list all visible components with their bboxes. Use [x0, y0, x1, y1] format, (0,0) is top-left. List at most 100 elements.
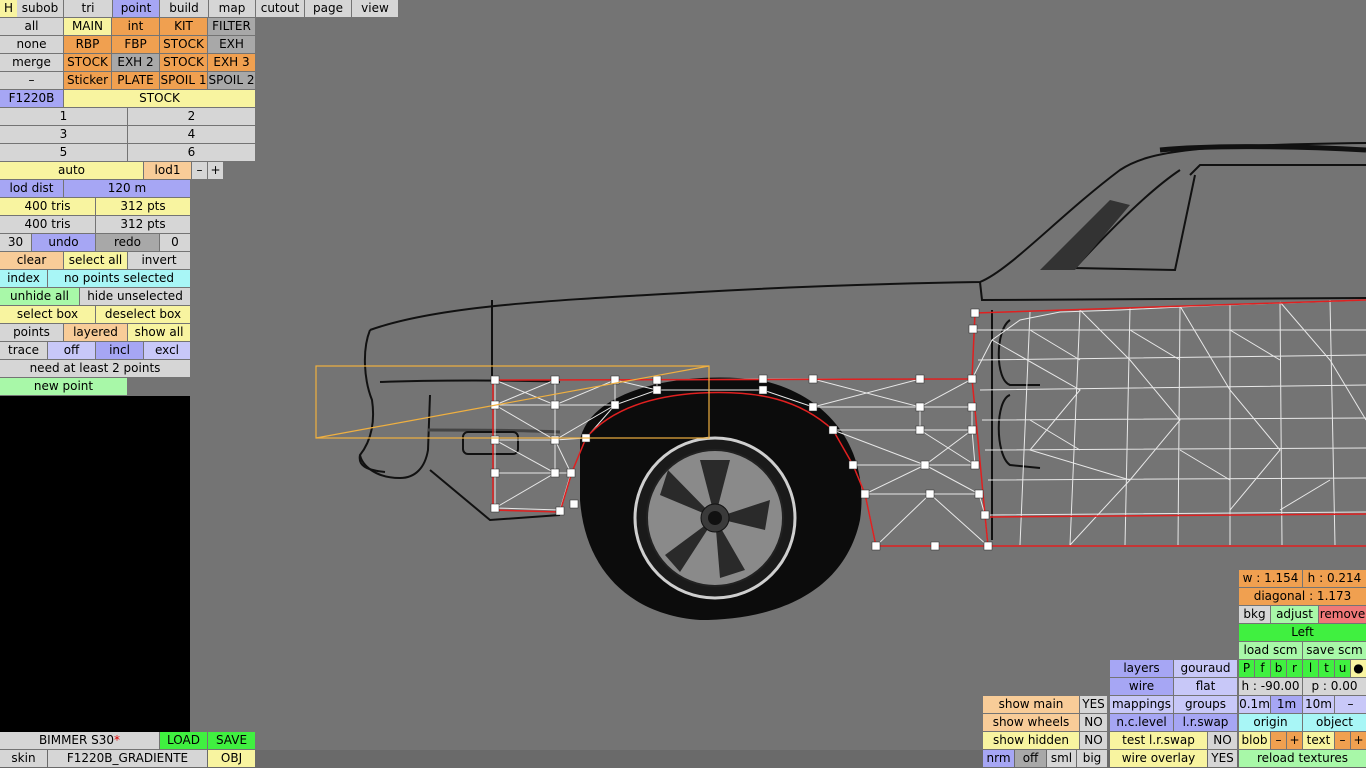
show-main-value[interactable]: YES — [1080, 696, 1107, 713]
tab-tri[interactable]: tri — [64, 0, 112, 17]
part-stock-2[interactable]: STOCK — [64, 54, 111, 71]
size-off-button[interactable]: off — [1015, 750, 1046, 767]
trace-excl-button[interactable]: excl — [144, 342, 190, 359]
obj-button[interactable]: OBJ — [208, 750, 255, 767]
adjust-button[interactable]: adjust — [1271, 606, 1318, 623]
show-main-button[interactable]: show main — [983, 696, 1079, 713]
layer-r-toggle[interactable]: r — [1287, 660, 1302, 677]
tab-build[interactable]: build — [160, 0, 208, 17]
part-filter[interactable]: FILTER — [208, 18, 255, 35]
load-scm-button[interactable]: load scm — [1239, 642, 1302, 659]
view-direction-button[interactable]: Left — [1239, 624, 1366, 641]
part-spoil-1[interactable]: SPOIL 1 — [160, 72, 207, 89]
gouraud-button[interactable]: gouraud — [1174, 660, 1237, 677]
origin-button[interactable]: origin — [1239, 714, 1302, 731]
part-kit[interactable]: KIT — [160, 18, 207, 35]
nc-level-button[interactable]: n.c.level — [1110, 714, 1173, 731]
new-point-button[interactable]: new point — [0, 378, 127, 395]
points-mode-button[interactable]: points — [0, 324, 63, 341]
layer-l-toggle[interactable]: l — [1303, 660, 1318, 677]
blob-minus-button[interactable]: – — [1271, 732, 1286, 749]
load-button[interactable]: LOAD — [160, 732, 207, 749]
merge-parts-button[interactable]: merge — [0, 54, 63, 71]
tab-point[interactable]: point — [113, 0, 159, 17]
step-0-1m-button[interactable]: 0.1m — [1239, 696, 1270, 713]
show-wheels-button[interactable]: show wheels — [983, 714, 1079, 731]
skin-file-name[interactable]: F1220B_GRADIENTE — [48, 750, 207, 767]
lod-plus-button[interactable]: + — [208, 162, 223, 179]
test-lr-swap-value[interactable]: NO — [1208, 732, 1237, 749]
text-minus-button[interactable]: – — [1335, 732, 1350, 749]
slot-5-button[interactable]: 5 — [0, 144, 127, 161]
show-hidden-value[interactable]: NO — [1080, 732, 1107, 749]
test-lr-swap-button[interactable]: test l.r.swap — [1110, 732, 1207, 749]
slot-1-button[interactable]: 1 — [0, 108, 127, 125]
flat-button[interactable]: flat — [1174, 678, 1237, 695]
show-wheels-value[interactable]: NO — [1080, 714, 1107, 731]
text-plus-button[interactable]: + — [1351, 732, 1366, 749]
parts-minus-button[interactable]: – — [0, 72, 63, 89]
part-int[interactable]: int — [112, 18, 159, 35]
tab-map[interactable]: map — [209, 0, 255, 17]
lod-dist-value[interactable]: 120 m — [64, 180, 190, 197]
trace-incl-button[interactable]: incl — [96, 342, 143, 359]
select-none-parts-button[interactable]: none — [0, 36, 63, 53]
reload-textures-button[interactable]: reload textures — [1239, 750, 1366, 767]
big-size-button[interactable]: big — [1077, 750, 1107, 767]
index-button[interactable]: index — [0, 270, 47, 287]
deselect-box-button[interactable]: deselect box — [96, 306, 190, 323]
invert-selection-button[interactable]: invert — [128, 252, 190, 269]
layer-dot-toggle[interactable]: ● — [1351, 660, 1366, 677]
undo-button[interactable]: undo — [32, 234, 95, 251]
part-sticker[interactable]: Sticker — [64, 72, 111, 89]
wire-button[interactable]: wire — [1110, 678, 1173, 695]
step-1m-button[interactable]: 1m — [1271, 696, 1302, 713]
help-button[interactable]: H — [0, 0, 17, 17]
lod-minus-button[interactable]: – — [192, 162, 207, 179]
select-all-points-button[interactable]: select all — [64, 252, 127, 269]
part-exh-2[interactable]: EXH 2 — [112, 54, 159, 71]
tab-cutout[interactable]: cutout — [256, 0, 304, 17]
pitch-readout[interactable]: p : 0.00 — [1303, 678, 1366, 695]
bkg-button[interactable]: bkg — [1239, 606, 1270, 623]
part-rbp[interactable]: RBP — [64, 36, 111, 53]
layers-button[interactable]: layers — [1110, 660, 1173, 677]
blob-plus-button[interactable]: + — [1287, 732, 1302, 749]
normal-size-button[interactable]: nrm — [983, 750, 1014, 767]
part-stock-3[interactable]: STOCK — [160, 54, 207, 71]
small-size-button[interactable]: sml — [1047, 750, 1076, 767]
trace-off-button[interactable]: off — [48, 342, 95, 359]
layer-u-toggle[interactable]: u — [1335, 660, 1350, 677]
layer-t-toggle[interactable]: t — [1319, 660, 1334, 677]
save-scm-button[interactable]: save scm — [1303, 642, 1366, 659]
select-box-button[interactable]: select box — [0, 306, 95, 323]
part-plate[interactable]: PLATE — [112, 72, 159, 89]
car-name[interactable]: BIMMER S30* — [0, 732, 159, 749]
wire-overlay-value[interactable]: YES — [1208, 750, 1237, 767]
part-exh[interactable]: EXH — [208, 36, 255, 53]
skin-name-button[interactable]: F1220B — [0, 90, 63, 107]
lod-level-button[interactable]: lod1 — [144, 162, 191, 179]
part-fbp[interactable]: FBP — [112, 36, 159, 53]
hide-unselected-button[interactable]: hide unselected — [80, 288, 190, 305]
part-variant-stock[interactable]: STOCK — [64, 90, 255, 107]
part-exh-3[interactable]: EXH 3 — [208, 54, 255, 71]
layer-b-toggle[interactable]: b — [1271, 660, 1286, 677]
heading-readout[interactable]: h : -90.00 — [1239, 678, 1302, 695]
step-minus-button[interactable]: – — [1335, 696, 1366, 713]
slot-2-button[interactable]: 2 — [128, 108, 255, 125]
unhide-all-button[interactable]: unhide all — [0, 288, 79, 305]
remove-button[interactable]: remove — [1319, 606, 1366, 623]
layer-p-toggle[interactable]: P — [1239, 660, 1254, 677]
show-hidden-button[interactable]: show hidden — [983, 732, 1079, 749]
slot-4-button[interactable]: 4 — [128, 126, 255, 143]
clear-selection-button[interactable]: clear — [0, 252, 63, 269]
redo-button[interactable]: redo — [96, 234, 159, 251]
wire-overlay-button[interactable]: wire overlay — [1110, 750, 1207, 767]
lod-auto-button[interactable]: auto — [0, 162, 143, 179]
tab-subob[interactable]: subob — [17, 0, 63, 17]
lr-swap-button[interactable]: l.r.swap — [1174, 714, 1237, 731]
object-button[interactable]: object — [1303, 714, 1366, 731]
slot-6-button[interactable]: 6 — [128, 144, 255, 161]
show-all-button[interactable]: show all — [128, 324, 190, 341]
